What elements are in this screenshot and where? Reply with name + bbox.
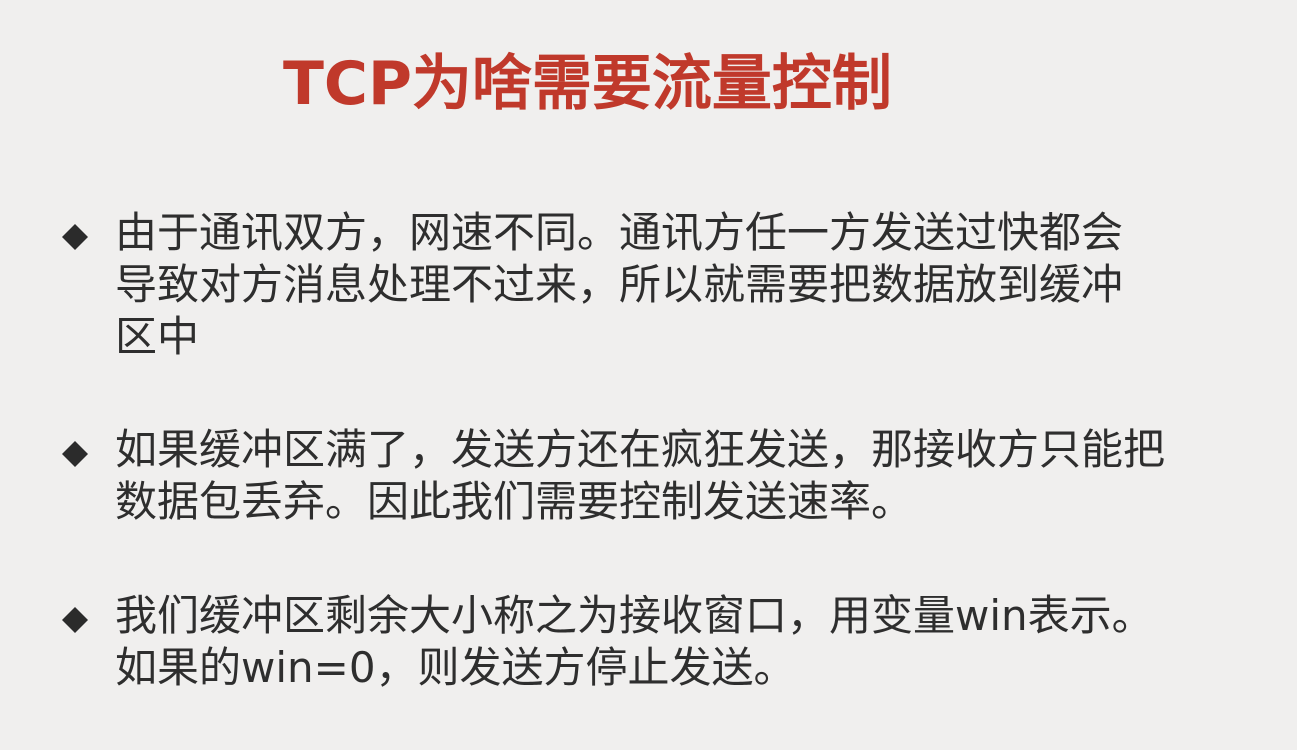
bullet-line: 导致对方消息处理不过来，所以就需要把数据放到缓冲 [115, 260, 1124, 309]
bullet-line: 由于通讯双方，网速不同。通讯方任一方发送过快都会 [115, 208, 1124, 257]
bullet-line: 我们缓冲区剩余大小称之为接收窗口，用变量win表示。 [115, 591, 1154, 640]
bullet-item: 如果缓冲区满了，发送方还在疯狂发送，那接收方只能把 数据包丢弃。因此我们需要控制… [60, 424, 1195, 528]
diamond-bullet-icon [60, 207, 90, 267]
bullet-text: 由于通讯双方，网速不同。通讯方任一方发送过快都会 导致对方消息处理不过来，所以就… [115, 207, 1195, 363]
bullet-item: 我们缓冲区剩余大小称之为接收窗口，用变量win表示。 如果的win=0，则发送方… [60, 590, 1195, 694]
bullet-item: 由于通讯双方，网速不同。通讯方任一方发送过快都会 导致对方消息处理不过来，所以就… [60, 207, 1195, 363]
bullet-line: 如果的win=0，则发送方停止发送。 [115, 643, 796, 692]
slide-title: TCP为啥需要流量控制 [283, 49, 892, 119]
diamond-bullet-icon [60, 424, 90, 484]
bullet-text: 我们缓冲区剩余大小称之为接收窗口，用变量win表示。 如果的win=0，则发送方… [115, 590, 1195, 694]
bullet-text: 如果缓冲区满了，发送方还在疯狂发送，那接收方只能把 数据包丢弃。因此我们需要控制… [115, 424, 1195, 528]
slide: TCP为啥需要流量控制 由于通讯双方，网速不同。通讯方任一方发送过快都会 导致对… [0, 0, 1297, 750]
diamond-bullet-icon [60, 590, 90, 650]
bullet-line: 如果缓冲区满了，发送方还在疯狂发送，那接收方只能把 [115, 425, 1166, 474]
bullet-line: 区中 [115, 312, 200, 361]
bullet-line: 数据包丢弃。因此我们需要控制发送速率。 [115, 477, 914, 526]
